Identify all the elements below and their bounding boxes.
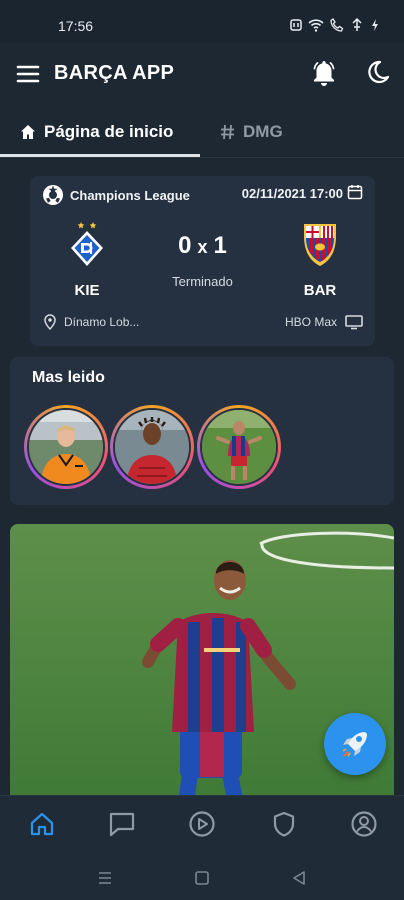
score-separator: x (197, 237, 208, 257)
story-item[interactable] (24, 405, 108, 489)
hash-icon (221, 124, 234, 140)
player-photo (115, 410, 189, 484)
story-thumbnail (200, 408, 278, 486)
tab-dmg[interactable]: DMG (220, 106, 283, 158)
home-score: 0 (178, 232, 192, 259)
broadcaster-name: HBO Max (284, 315, 337, 329)
match-status: Terminado (172, 274, 233, 289)
status-bar: 17:56 (0, 0, 404, 42)
away-score: 1 (213, 232, 227, 259)
story-item[interactable] (197, 405, 281, 489)
venue: Dínamo Lob... (44, 314, 139, 330)
section-title: Mas leido (32, 369, 105, 386)
moon-icon[interactable] (366, 60, 390, 86)
away-team[interactable]: BAR (285, 220, 355, 299)
chat-icon[interactable] (108, 810, 136, 838)
call-icon (330, 18, 344, 32)
tab-home[interactable]: Página de inicio (20, 106, 173, 158)
nfc-icon (290, 19, 302, 31)
bottom-nav (0, 795, 404, 855)
match-date: 02/11/2021 17:00 (241, 186, 343, 201)
fc-barcelona-crest-icon (304, 224, 336, 266)
wifi-icon (308, 19, 324, 32)
location-icon (44, 314, 56, 330)
story-item[interactable] (110, 405, 194, 489)
story-thumbnail (113, 408, 191, 486)
app-bar: BARÇA APP (0, 42, 404, 106)
competition-name: Champions League (70, 187, 190, 203)
bell-icon[interactable] (311, 59, 337, 87)
status-icons (290, 18, 380, 32)
home-team[interactable]: KIE (52, 220, 122, 299)
shield-icon[interactable] (270, 810, 298, 838)
play-icon[interactable] (188, 810, 216, 838)
tv-icon (345, 315, 363, 330)
home-icon[interactable] (28, 810, 56, 838)
calendar-icon[interactable] (347, 184, 363, 200)
menu-icon[interactable] (16, 62, 40, 86)
tab-home-label: Página de inicio (44, 122, 174, 141)
tab-indicator (0, 154, 200, 157)
player-photo (202, 410, 276, 484)
home-icon (21, 125, 35, 139)
home-square-icon[interactable] (193, 869, 211, 887)
match-card[interactable]: Champions League 02/11/2021 17:00 KIE 0x… (30, 176, 375, 346)
tab-bar: Página de inicio DMG (0, 106, 404, 158)
player-photo (29, 410, 103, 484)
recents-icon[interactable] (96, 869, 114, 887)
champions-league-icon (43, 185, 63, 205)
story-thumbnail (27, 408, 105, 486)
dynamo-kyiv-crest-icon (71, 222, 103, 266)
competition: Champions League (42, 184, 190, 206)
away-team-abbr: BAR (303, 282, 337, 299)
status-time: 17:56 (58, 18, 94, 34)
tab-dmg-label: DMG (243, 122, 283, 141)
home-team-abbr: KIE (74, 282, 100, 299)
venue-name: Dínamo Lob... (64, 315, 140, 329)
profile-icon[interactable] (350, 810, 378, 838)
app-title: BARÇA APP (54, 62, 175, 84)
rocket-icon (342, 732, 367, 757)
battery-icon (372, 19, 378, 31)
signal-icon (352, 18, 362, 31)
back-icon[interactable] (290, 869, 308, 887)
system-nav-bar (0, 855, 404, 900)
most-read-section: Mas leido (10, 357, 394, 505)
broadcaster: HBO Max (285, 314, 363, 330)
rocket-fab-button[interactable] (324, 713, 386, 775)
score: 0x1 (170, 232, 235, 260)
